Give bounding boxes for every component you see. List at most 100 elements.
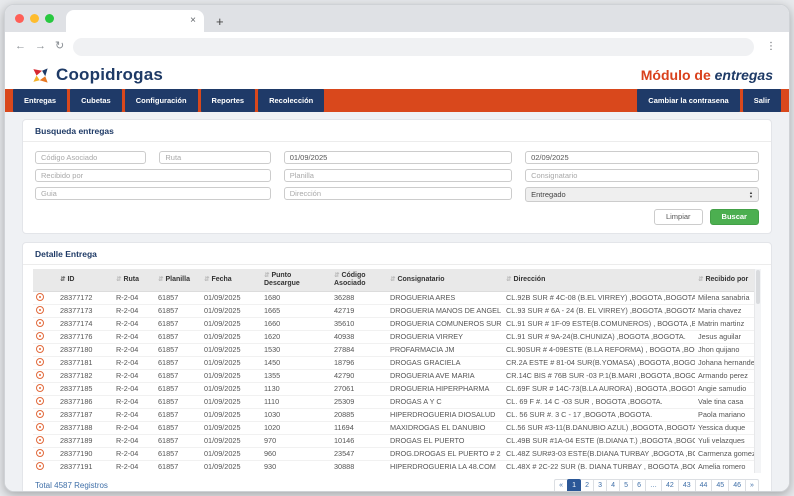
history-icon[interactable] [36, 358, 44, 366]
fecha-desde-input[interactable] [284, 151, 512, 164]
new-tab-button[interactable]: + [216, 14, 224, 32]
column-header-ruta[interactable]: ⇵Ruta [113, 269, 155, 292]
nav-item-entregas[interactable]: Entregas [13, 89, 67, 112]
column-header-direccion[interactable]: ⇵Dirección [503, 269, 695, 292]
close-tab-icon[interactable]: × [190, 16, 196, 26]
column-header-punto-descargue[interactable]: ⇵Punto Descargue [261, 269, 331, 292]
nav-item-salir[interactable]: Salir [743, 89, 781, 112]
history-icon[interactable] [36, 410, 44, 418]
history-icon[interactable] [36, 449, 44, 457]
cell-ruta: R-2-04 [113, 408, 155, 421]
nav-item-recoleccion[interactable]: Recolección [258, 89, 324, 112]
back-icon[interactable]: ← [15, 41, 26, 52]
cell-codigo-asociado: 20885 [331, 408, 387, 421]
nav-item-configuracion[interactable]: Configuración [125, 89, 198, 112]
close-window-button[interactable] [15, 14, 24, 23]
column-header-id[interactable]: ⇵ID [57, 269, 113, 292]
detail-card: Detalle Entrega ⇵ID⇵Ruta⇵Planilla⇵Fecha⇵… [22, 242, 772, 492]
sort-icon[interactable]: ⇵ [264, 272, 269, 279]
limpiar-button[interactable]: Limpiar [654, 209, 703, 225]
history-icon[interactable] [36, 319, 44, 327]
history-icon[interactable] [36, 345, 44, 353]
browser-menu-icon[interactable]: ⋮ [763, 41, 779, 52]
cell-fecha: 01/09/2025 [201, 421, 261, 434]
page-button-46[interactable]: 46 [728, 479, 746, 492]
page-button-43[interactable]: 43 [678, 479, 696, 492]
nav-item-reportes[interactable]: Reportes [201, 89, 256, 112]
cell-planilla: 61857 [155, 356, 201, 369]
consignatario-input[interactable] [525, 169, 759, 182]
nav-item-cambiar-la-contrasena[interactable]: Cambiar la contrasena [637, 89, 739, 112]
nav-item-cubetas[interactable]: Cubetas [70, 89, 122, 112]
sort-icon[interactable]: ⇵ [116, 276, 121, 283]
cell-history [33, 356, 57, 369]
cell-consignatario: DROGAS A Y C [387, 395, 503, 408]
codigo-asociado-input[interactable] [35, 151, 146, 164]
estado-select[interactable]: Entregado ▲▼ [525, 187, 759, 202]
page-button-4[interactable]: 4 [606, 479, 620, 492]
cell-ruta: R-2-04 [113, 460, 155, 473]
recibido-por-input[interactable] [35, 169, 271, 182]
page-button-45[interactable]: 45 [711, 479, 729, 492]
guia-input[interactable] [35, 187, 271, 200]
sort-icon[interactable]: ⇵ [334, 272, 339, 279]
planilla-input[interactable] [284, 169, 512, 182]
url-input[interactable] [73, 38, 754, 56]
detail-table-body: 28377172R-2-046185701/09/2025168036288DR… [33, 291, 761, 473]
history-icon[interactable] [36, 423, 44, 431]
minimize-window-button[interactable] [30, 14, 39, 23]
page-button-44[interactable]: 44 [695, 479, 713, 492]
cell-ruta: R-2-04 [113, 382, 155, 395]
history-icon[interactable] [36, 371, 44, 379]
sort-icon[interactable]: ⇵ [60, 276, 65, 283]
page-button-2[interactable]: 2 [580, 479, 594, 492]
pagination-next[interactable]: » [745, 479, 759, 492]
cell-codigo-asociado: 42719 [331, 304, 387, 317]
fecha-hasta-input[interactable] [525, 151, 759, 164]
column-label: Recibido por [705, 276, 748, 283]
maximize-window-button[interactable] [45, 14, 54, 23]
table-row: 28377176R-2-046185701/09/2025162040938DR… [33, 330, 761, 343]
forward-icon[interactable]: → [35, 41, 46, 52]
reload-icon[interactable]: ↻ [55, 41, 64, 52]
history-icon[interactable] [36, 397, 44, 405]
cell-codigo-asociado: 36288 [331, 291, 387, 304]
cell-punto-descargue: 1030 [261, 408, 331, 421]
history-icon[interactable] [36, 332, 44, 340]
cell-planilla: 61857 [155, 330, 201, 343]
column-header-codigo-asociado[interactable]: ⇵Código Asociado [331, 269, 387, 292]
buscar-button[interactable]: Buscar [710, 209, 759, 225]
sort-icon[interactable]: ⇵ [506, 276, 511, 283]
pagination-prev[interactable]: « [554, 479, 568, 492]
sort-icon[interactable]: ⇵ [158, 276, 163, 283]
page-button-1[interactable]: 1 [567, 479, 581, 492]
history-icon[interactable] [36, 384, 44, 392]
cell-history [33, 382, 57, 395]
history-icon[interactable] [36, 462, 44, 470]
history-icon[interactable] [36, 293, 44, 301]
sort-icon[interactable]: ⇵ [204, 276, 209, 283]
table-scrollbar[interactable] [754, 269, 761, 473]
column-header-recibido-por[interactable]: ⇵Recibido por [695, 269, 761, 292]
cell-fecha: 01/09/2025 [201, 317, 261, 330]
cell-recibido-por: Milena sanabria [695, 291, 761, 304]
page-button-3[interactable]: 3 [593, 479, 607, 492]
page-button-6[interactable]: 6 [632, 479, 646, 492]
sort-icon[interactable]: ⇵ [390, 276, 395, 283]
browser-tab[interactable]: × [66, 10, 204, 32]
sort-icon[interactable]: ⇵ [698, 276, 703, 283]
page-button-5[interactable]: 5 [619, 479, 633, 492]
history-icon[interactable] [36, 306, 44, 314]
column-header-consignatario[interactable]: ⇵Consignatario [387, 269, 503, 292]
page-button-42[interactable]: 42 [661, 479, 679, 492]
cell-codigo-asociado: 40938 [331, 330, 387, 343]
direccion-input[interactable] [284, 187, 512, 200]
table-row: 28377172R-2-046185701/09/2025168036288DR… [33, 291, 761, 304]
cell-fecha: 01/09/2025 [201, 447, 261, 460]
column-header-planilla[interactable]: ⇵Planilla [155, 269, 201, 292]
cell-recibido-por: Maria chavez [695, 304, 761, 317]
cell-planilla: 61857 [155, 369, 201, 382]
ruta-input[interactable] [159, 151, 270, 164]
column-header-fecha[interactable]: ⇵Fecha [201, 269, 261, 292]
history-icon[interactable] [36, 436, 44, 444]
